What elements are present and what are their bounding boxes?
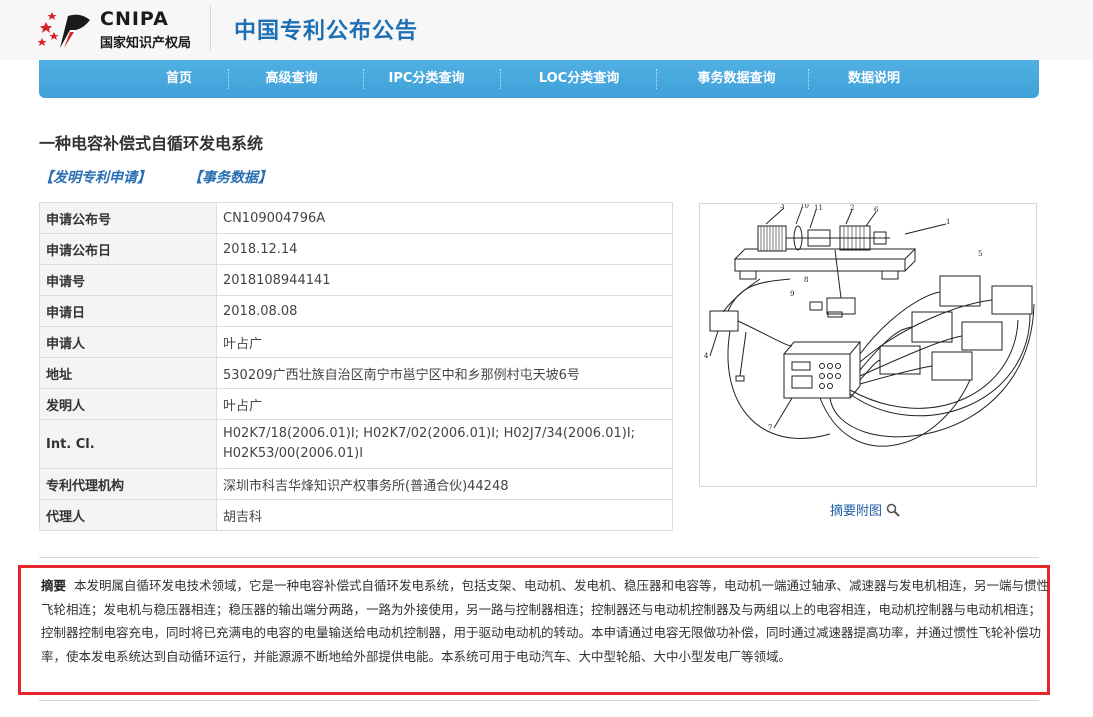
publication-number: CN109004796A (216, 202, 673, 234)
nav-divider (500, 69, 501, 89)
publication-date: 2018.12.14 (216, 233, 673, 265)
table-row: Int. Cl. H02K7/18(2006.01)I; H02K7/02(20… (39, 419, 673, 469)
field-label: Int. Cl. (39, 419, 217, 469)
abstract-figure-link[interactable]: 摘要附图 (830, 500, 900, 519)
abstract-text-block: 摘要 本发明属自循环发电技术领域，它是一种电容补偿式自循环发电系统，包括支架、电动… (41, 574, 1053, 668)
inventor: 叶占广 (216, 388, 673, 420)
nav-divider (363, 69, 364, 89)
table-row: 申请号 2018108944141 (39, 264, 673, 296)
nav-item-ipc-search[interactable]: IPC分类查询 (374, 60, 479, 98)
table-row: 代理人 胡吉科 (39, 499, 673, 531)
field-label: 申请日 (39, 295, 217, 327)
site-title[interactable]: 中国专利公布公告 (234, 13, 418, 45)
figure-label: 10 (800, 204, 809, 210)
nav-divider (228, 69, 229, 89)
nav-divider (808, 69, 809, 89)
nav-item-data-description[interactable]: 数据说明 (829, 60, 919, 98)
main-nav: 首页 高级查询 IPC分类查询 LOC分类查询 事务数据查询 数据说明 (39, 60, 1039, 98)
field-label: 发明人 (39, 388, 217, 420)
nav-item-loc-search[interactable]: LOC分类查询 (524, 60, 634, 98)
field-label: 申请人 (39, 326, 217, 358)
nav-item-advanced-search[interactable]: 高级查询 (244, 60, 339, 98)
figure-label: 2 (850, 204, 854, 212)
abstract-label: 摘要 (41, 578, 67, 593)
header-divider (210, 6, 211, 50)
abstract-figure-caption: 摘要附图 (830, 504, 883, 519)
applicant: 叶占广 (216, 326, 673, 358)
table-row: 申请人 叶占广 (39, 326, 673, 358)
field-label: 申请公布号 (39, 202, 217, 234)
address: 530209广西壮族自治区南宁市邕宁区中和乡那例村屯天坡6号 (216, 357, 673, 389)
table-row: 专利代理机构 深圳市科吉华烽知识产权事务所(普通合伙)44248 (39, 468, 673, 500)
transaction-data-link[interactable]: 【事务数据】 (188, 167, 272, 187)
field-label: 专利代理机构 (39, 468, 217, 500)
abstract-figure[interactable]: 3 10 11 2 6 1 5 8 9 4 7 (699, 202, 1037, 487)
table-row: 地址 530209广西壮族自治区南宁市邕宁区中和乡那例村屯天坡6号 (39, 357, 673, 389)
figure-label: 5 (978, 250, 982, 258)
figure-label: 6 (874, 206, 879, 214)
magnifier-icon (886, 503, 900, 517)
patent-info-table: 申请公布号 CN109004796A 申请公布日 2018.12.14 申请号 … (39, 202, 673, 531)
cnipa-logo[interactable]: CNIPA 国家知识产权局 (38, 6, 213, 54)
field-label: 申请号 (39, 264, 217, 296)
logo-text-en: CNIPA (100, 8, 169, 30)
figure-label: 4 (704, 352, 709, 360)
abstract-section: 摘要 本发明属自循环发电技术领域，它是一种电容补偿式自循环发电系统，包括支架、电动… (18, 565, 1050, 695)
table-row: 申请公布号 CN109004796A (39, 202, 673, 234)
table-row: 申请公布日 2018.12.14 (39, 233, 673, 265)
logo-text-cn: 国家知识产权局 (100, 36, 192, 51)
field-label: 代理人 (39, 499, 217, 531)
int-cl-line-1: H02K7/18(2006.01)I; H02K7/02(2006.01)I; … (223, 426, 636, 441)
table-row: 申请日 2018.08.08 (39, 295, 673, 327)
site-header: CNIPA 国家知识产权局 中国专利公布公告 (0, 0, 1093, 60)
application-number: 2018108944141 (216, 264, 673, 296)
abstract-content: 本发明属自循环发电技术领域，它是一种电容补偿式自循环发电系统，包括支架、电动机、… (41, 578, 1050, 664)
nav-divider (656, 69, 657, 89)
figure-label: 9 (790, 290, 794, 298)
patent-title: 一种电容补偿式自循环发电系统 (39, 134, 264, 153)
application-date: 2018.08.08 (216, 295, 673, 327)
patent-agency: 深圳市科吉华烽知识产权事务所(普通合伙)44248 (216, 468, 673, 500)
nav-item-home[interactable]: 首页 (139, 60, 219, 98)
int-cl-line-2: H02K53/00(2006.01)I (223, 446, 364, 461)
nav-item-transaction-search[interactable]: 事务数据查询 (679, 60, 794, 98)
invention-application-link[interactable]: 【发明专利申请】 (39, 167, 151, 187)
int-cl: H02K7/18(2006.01)I; H02K7/02(2006.01)I; … (216, 419, 673, 469)
figure-label: 3 (780, 204, 784, 210)
section-divider (39, 700, 1039, 701)
figure-label: 11 (814, 204, 823, 212)
agent: 胡吉科 (216, 499, 673, 531)
table-row: 发明人 叶占广 (39, 388, 673, 420)
figure-label: 7 (768, 424, 772, 432)
field-label: 地址 (39, 357, 217, 389)
cnipa-logo-mark-icon (38, 12, 90, 49)
patent-drawing: 3 10 11 2 6 1 5 8 9 4 7 (704, 202, 1035, 447)
figure-label: 1 (946, 218, 950, 226)
figure-label: 8 (804, 276, 808, 284)
section-divider (39, 557, 1039, 558)
field-label: 申请公布日 (39, 233, 217, 265)
